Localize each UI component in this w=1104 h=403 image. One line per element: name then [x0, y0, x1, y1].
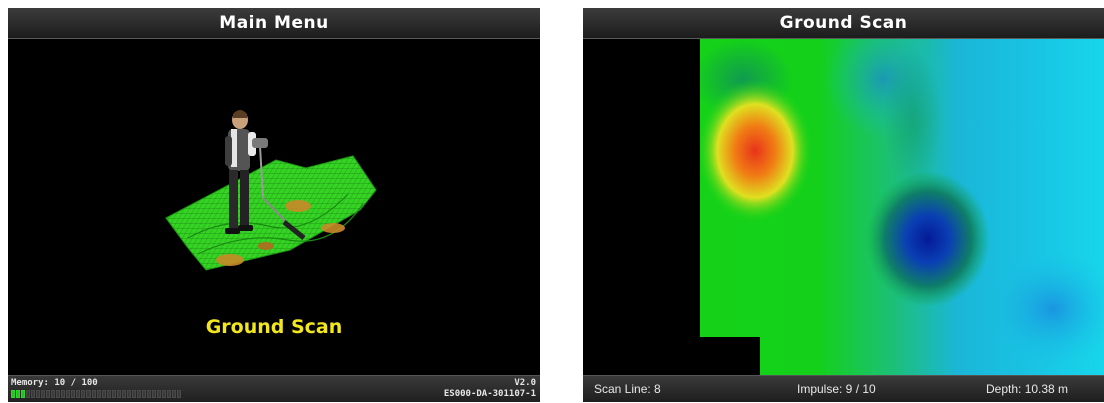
memory-bar-segment [146, 390, 151, 398]
memory-bar-segment [61, 390, 66, 398]
memory-bar-segment [66, 390, 71, 398]
memory-bar-segment [31, 390, 36, 398]
memory-bar-segment [116, 390, 121, 398]
memory-bar-segment [131, 390, 136, 398]
memory-bar-segment [161, 390, 166, 398]
memory-readout: Memory: 10 / 100 [11, 378, 98, 388]
ground-scan-screen: Ground Scan Scan Line: 8 Impulse: 9 / 10… [583, 8, 1104, 402]
memory-bar-segment [121, 390, 126, 398]
memory-bar-segment [56, 390, 61, 398]
memory-bar-segment [151, 390, 156, 398]
serial-number: ES000-DA-301107-1 [443, 389, 536, 399]
ground-scan-menu-icon[interactable] [148, 98, 408, 298]
memory-bar-segment [126, 390, 131, 398]
main-menu-title: Main Menu [8, 8, 540, 39]
ground-scan-menu-label[interactable]: Ground Scan [8, 316, 540, 338]
memory-bar-segment [101, 390, 106, 398]
memory-bar-segment [172, 390, 177, 398]
memory-progress-bar [11, 390, 182, 398]
memory-bar-segment [21, 390, 26, 398]
memory-bar-segment [136, 390, 141, 398]
memory-bar-segment [166, 390, 171, 398]
memory-bar-segment [51, 390, 56, 398]
memory-bar-segment [76, 390, 81, 398]
main-menu-status-bar: Memory: 10 / 100 V2.0 ES000-DA-301107-1 [8, 375, 540, 402]
memory-bar-segment [16, 390, 21, 398]
memory-bar-segment [26, 390, 31, 398]
memory-bar-segment [91, 390, 96, 398]
scan-line-readout: Scan Line: 8 [594, 382, 661, 396]
depth-readout: Depth: 10.38 m [986, 382, 1069, 396]
main-menu-screen: Main Menu Ground Scan Memory: 10 / 100 V… [8, 8, 540, 402]
memory-bar-segment [156, 390, 161, 398]
version-label: V2.0 [514, 378, 536, 388]
memory-bar-segment [106, 390, 111, 398]
ground-scan-status-bar: Scan Line: 8 Impulse: 9 / 10 Depth: 10.3… [583, 375, 1104, 402]
memory-bar-segment [96, 390, 101, 398]
impulse-readout: Impulse: 9 / 10 [797, 382, 876, 396]
memory-bar-segment [141, 390, 146, 398]
memory-bar-segment [11, 390, 16, 398]
memory-bar-segment [36, 390, 41, 398]
scan-heatmap[interactable] [583, 39, 1104, 376]
memory-bar-segment [177, 390, 182, 398]
memory-bar-segment [81, 390, 86, 398]
memory-bar-segment [111, 390, 116, 398]
memory-bar-segment [46, 390, 51, 398]
memory-bar-segment [41, 390, 46, 398]
ground-scan-title: Ground Scan [583, 8, 1104, 39]
memory-bar-segment [86, 390, 91, 398]
memory-bar-segment [71, 390, 76, 398]
